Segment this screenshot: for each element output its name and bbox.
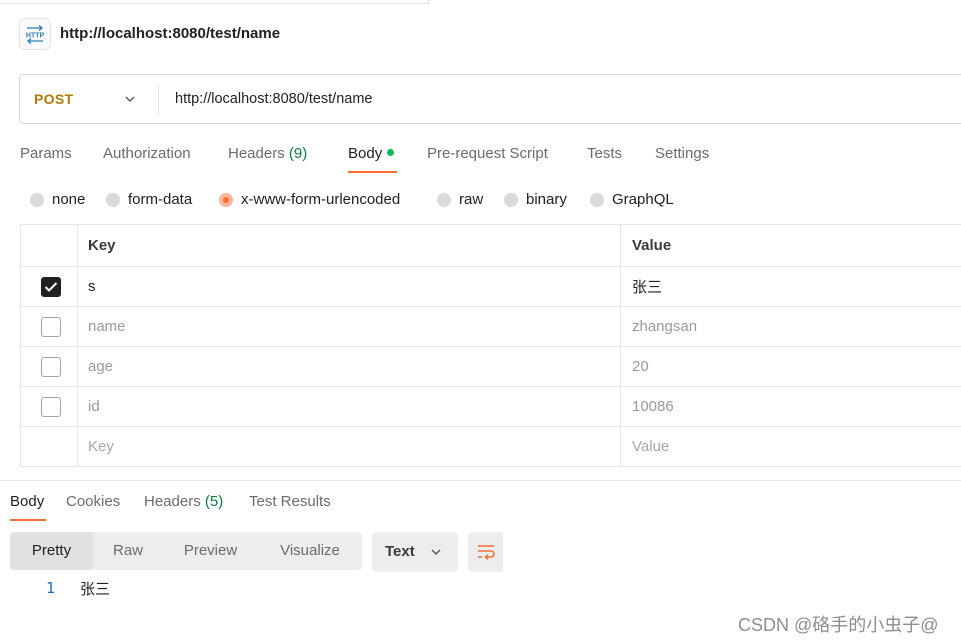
new-value-input[interactable]: Value	[620, 426, 961, 467]
body-type-none[interactable]: none	[30, 191, 85, 208]
body-type-urlencoded[interactable]: x-www-form-urlencoded	[219, 191, 400, 208]
response-body-text: 张三	[80, 581, 111, 598]
response-tab-cookies[interactable]: Cookies	[66, 493, 120, 510]
row-checkbox[interactable]	[41, 276, 61, 297]
view-mode-preview[interactable]: Preview	[163, 532, 258, 570]
tab-tests[interactable]: Tests	[587, 145, 622, 162]
response-tab-test-results[interactable]: Test Results	[249, 493, 331, 510]
radio-label: raw	[459, 191, 484, 208]
line-number: 1	[46, 579, 56, 597]
tab-label: Headers	[228, 145, 285, 162]
top-tab-divider	[428, 0, 429, 4]
row-checkbox[interactable]	[41, 316, 61, 337]
chevron-down-icon	[431, 549, 441, 555]
body-type-binary[interactable]: binary	[504, 191, 567, 208]
body-type-graphql[interactable]: GraphQL	[590, 191, 674, 208]
radio-icon	[30, 192, 44, 207]
url-input[interactable]: http://localhost:8080/test/name	[175, 91, 373, 107]
table-header-checkbox-col	[20, 224, 78, 267]
active-tab-underline	[348, 171, 397, 173]
view-mode-segmented: Pretty Raw Preview Visualize	[10, 532, 362, 570]
table-header-row: Key Value	[20, 224, 961, 267]
response-divider	[0, 480, 961, 481]
table-header-value: Value	[620, 224, 961, 267]
url-bar: POST http://localhost:8080/test/name	[19, 74, 961, 124]
row-key[interactable]: age	[77, 346, 621, 387]
radio-label: none	[52, 191, 86, 208]
tab-params[interactable]: Params	[20, 145, 72, 162]
url-divider	[158, 85, 159, 115]
row-key[interactable]: name	[77, 306, 621, 347]
row-checkbox[interactable]	[41, 396, 61, 417]
body-indicator-dot	[387, 149, 395, 156]
tab-headers[interactable]: Headers (9)	[228, 145, 307, 162]
radio-label: x-www-form-urlencoded	[241, 191, 401, 208]
radio-icon	[504, 192, 518, 207]
wrap-lines-icon	[477, 545, 495, 561]
tab-label: Body	[10, 493, 45, 510]
top-tab-strip	[0, 0, 430, 4]
radio-selected-icon	[219, 192, 233, 207]
urlencoded-params-table: Key Value s 张三 name zhangsan age 20 id 1…	[20, 224, 961, 467]
row-value[interactable]: 张三	[620, 266, 961, 307]
http-request-icon: HTTP	[19, 18, 51, 50]
headers-count: (9)	[288, 145, 308, 162]
radio-icon	[437, 192, 451, 207]
request-title[interactable]: http://localhost:8080/test/name	[60, 25, 280, 42]
tab-label: Cookies	[66, 493, 121, 510]
chevron-down-icon[interactable]	[123, 92, 137, 106]
radio-label: form-data	[128, 191, 193, 208]
view-mode-pretty[interactable]: Pretty	[10, 532, 93, 570]
tab-label: Body	[348, 145, 383, 162]
active-response-tab-underline	[10, 519, 46, 521]
response-tab-body[interactable]: Body	[10, 493, 44, 510]
radio-label: GraphQL	[612, 191, 674, 208]
row-checkbox-cell	[20, 346, 78, 387]
row-checkbox-cell	[20, 266, 78, 307]
table-row: id 10086	[20, 386, 961, 427]
response-tab-headers[interactable]: Headers (5)	[144, 493, 223, 510]
tab-authorization[interactable]: Authorization	[103, 145, 191, 162]
tab-body[interactable]: Body	[348, 145, 395, 162]
body-type-raw[interactable]: raw	[437, 191, 483, 208]
row-checkbox-cell	[20, 426, 78, 467]
row-checkbox-cell	[20, 306, 78, 347]
tab-label: Headers	[144, 493, 201, 510]
tab-label: Test Results	[249, 493, 331, 510]
table-header-key: Key	[77, 224, 621, 267]
table-new-row: Key Value	[20, 426, 961, 467]
new-key-input[interactable]: Key	[77, 426, 621, 467]
wrap-lines-button[interactable]	[468, 532, 503, 572]
watermark: CSDN @硌手的小虫子@	[738, 615, 939, 635]
row-key[interactable]: s	[77, 266, 621, 307]
table-row: name zhangsan	[20, 306, 961, 347]
view-mode-raw[interactable]: Raw	[93, 532, 163, 570]
table-row: s 张三	[20, 266, 961, 307]
format-select[interactable]: Text	[372, 532, 458, 572]
method-select[interactable]: POST	[34, 91, 73, 107]
row-value[interactable]: 10086	[620, 386, 961, 427]
tab-label: Settings	[655, 145, 710, 162]
svg-text:HTTP: HTTP	[26, 33, 45, 40]
row-checkbox-cell	[20, 386, 78, 427]
radio-icon	[590, 192, 604, 207]
check-icon	[44, 281, 58, 292]
row-key[interactable]: id	[77, 386, 621, 427]
tab-label: Pre-request Script	[427, 145, 548, 162]
row-checkbox[interactable]	[41, 356, 61, 377]
tab-label: Authorization	[103, 145, 191, 162]
body-type-form-data[interactable]: form-data	[106, 191, 192, 208]
row-value[interactable]: 20	[620, 346, 961, 387]
radio-label: binary	[526, 191, 567, 208]
table-row: age 20	[20, 346, 961, 387]
tab-settings[interactable]: Settings	[655, 145, 709, 162]
tab-label: Tests	[587, 145, 623, 162]
format-label: Text	[385, 543, 415, 560]
row-value[interactable]: zhangsan	[620, 306, 961, 347]
tab-label: Params	[20, 145, 72, 162]
tab-pre-request-script[interactable]: Pre-request Script	[427, 145, 548, 162]
radio-icon	[106, 192, 120, 207]
response-headers-count: (5)	[204, 493, 224, 510]
view-mode-visualize[interactable]: Visualize	[258, 532, 362, 570]
